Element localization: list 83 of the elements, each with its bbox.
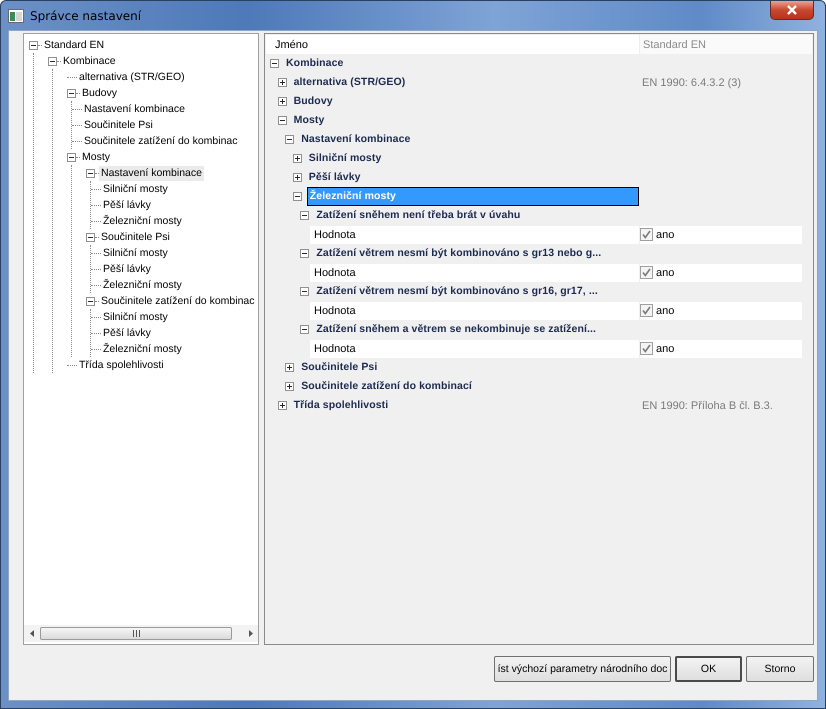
- tree-item[interactable]: Železniční mosty: [101, 214, 184, 228]
- left-arrow-icon[interactable]: [30, 630, 34, 637]
- tree-item[interactable]: Železniční mosty: [101, 278, 184, 292]
- expand-icon[interactable]: [278, 401, 287, 410]
- value-text: ano: [656, 266, 674, 278]
- grip-icon[interactable]: [132, 630, 140, 637]
- tree-item[interactable]: Třída spolehlivosti: [77, 358, 166, 372]
- collapse-icon[interactable]: [86, 232, 95, 242]
- value-text: EN 1990: Příloha B čl. B.3.: [641, 400, 774, 412]
- category-row[interactable]: Zatížení větrem nesmí být kombinováno s gr16, gr17, ...: [314, 283, 600, 300]
- checkbox[interactable]: [640, 304, 653, 317]
- collapse-icon[interactable]: [292, 192, 302, 201]
- checkbox[interactable]: [640, 228, 653, 241]
- close-button[interactable]: [770, 1, 814, 20]
- collapse-icon[interactable]: [86, 296, 95, 306]
- collapse-icon[interactable]: [48, 56, 57, 66]
- tree-item[interactable]: Pěší lávky: [101, 198, 153, 212]
- horizontal-scrollbar[interactable]: [24, 625, 258, 642]
- property-name: Hodnota: [310, 302, 639, 320]
- close-icon: [786, 5, 798, 15]
- tree-item[interactable]: Silniční mosty: [101, 246, 170, 260]
- category-row[interactable]: Budovy: [292, 93, 335, 110]
- value-text: EN 1990: 6.4.3.2 (3): [641, 76, 742, 88]
- window-title: Správce nastavení: [30, 8, 142, 22]
- checkbox[interactable]: [640, 342, 653, 355]
- load-defaults-button[interactable]: íst výchozí parametry národního doc: [494, 656, 671, 682]
- property-name: Hodnota: [310, 340, 639, 358]
- expand-icon[interactable]: [285, 363, 294, 372]
- expand-icon[interactable]: [292, 173, 302, 182]
- right-arrow-icon[interactable]: [248, 630, 252, 637]
- collapse-icon[interactable]: [86, 168, 95, 178]
- property-name: Hodnota: [310, 226, 639, 244]
- expand-icon[interactable]: [285, 382, 294, 391]
- category-row[interactable]: Nastavení kombinace: [299, 131, 412, 148]
- category-row[interactable]: Mosty: [292, 112, 326, 129]
- collapse-icon[interactable]: [67, 88, 76, 98]
- tree-item[interactable]: Kombinace: [61, 54, 118, 68]
- collapse-icon[interactable]: [67, 152, 76, 162]
- collapse-icon[interactable]: [270, 59, 279, 68]
- collapse-icon[interactable]: [29, 40, 38, 50]
- column-header[interactable]: Jméno: [266, 38, 639, 50]
- tree-item[interactable]: Standard EN: [42, 38, 106, 52]
- value-text: ano: [656, 342, 674, 354]
- tree-item[interactable]: Budovy: [80, 86, 120, 100]
- collapse-icon[interactable]: [300, 325, 310, 334]
- collapse-icon[interactable]: [300, 211, 310, 220]
- collapse-icon[interactable]: [300, 287, 310, 296]
- category-row[interactable]: Zatížení větrem nesmí být kombinováno s gr13 nebo g...: [314, 245, 604, 262]
- tree-item[interactable]: Silniční mosty: [101, 310, 170, 324]
- value-text: ano: [656, 228, 674, 240]
- tree-item[interactable]: Silniční mosty: [101, 182, 170, 196]
- tree-item[interactable]: Součinitele zatížení do kombinac: [99, 294, 257, 308]
- category-row[interactable]: Součinitele zatížení do kombinací: [299, 378, 474, 395]
- tree-item[interactable]: Železniční mosty: [101, 342, 184, 356]
- tree-item[interactable]: Součinitele Psi: [99, 230, 172, 244]
- category-row[interactable]: Součinitele Psi: [299, 359, 380, 376]
- property-name: Hodnota: [310, 264, 639, 282]
- ok-button[interactable]: OK: [675, 656, 742, 682]
- expand-icon[interactable]: [292, 154, 302, 163]
- tree-item[interactable]: alternativa (STR/GEO): [77, 70, 187, 84]
- collapse-icon[interactable]: [300, 249, 310, 258]
- tree-item[interactable]: Součinitele Psi: [82, 118, 155, 132]
- category-row[interactable]: Třída spolehlivosti: [292, 397, 390, 414]
- tree-item[interactable]: Nastavení kombinace: [99, 166, 204, 180]
- collapse-icon[interactable]: [278, 116, 287, 125]
- checkbox[interactable]: [640, 266, 653, 279]
- window-icon: [8, 8, 24, 22]
- category-row[interactable]: Zatížení sněhem a větrem se nekombinuje se zatížení...: [314, 321, 598, 338]
- cancel-button[interactable]: Storno: [746, 656, 814, 682]
- value-text: ano: [656, 304, 674, 316]
- category-row[interactable]: Zatížení sněhem není třeba brát v úvahu: [314, 207, 522, 224]
- category-row[interactable]: Pěší lávky: [306, 169, 363, 186]
- category-row[interactable]: alternativa (STR/GEO): [292, 74, 408, 91]
- expand-icon[interactable]: [278, 97, 287, 106]
- tree-item[interactable]: Pěší lávky: [101, 262, 153, 276]
- collapse-icon[interactable]: [285, 135, 294, 144]
- tree-item[interactable]: Mosty: [80, 150, 112, 164]
- expand-icon[interactable]: [278, 78, 287, 87]
- category-row[interactable]: Silniční mosty: [306, 150, 384, 167]
- tree-item[interactable]: Nastavení kombinace: [82, 102, 187, 116]
- tree-item[interactable]: Součinitele zatížení do kombinac: [82, 134, 240, 148]
- tree-item[interactable]: Pěší lávky: [101, 326, 153, 340]
- category-row[interactable]: Kombinace: [284, 55, 346, 72]
